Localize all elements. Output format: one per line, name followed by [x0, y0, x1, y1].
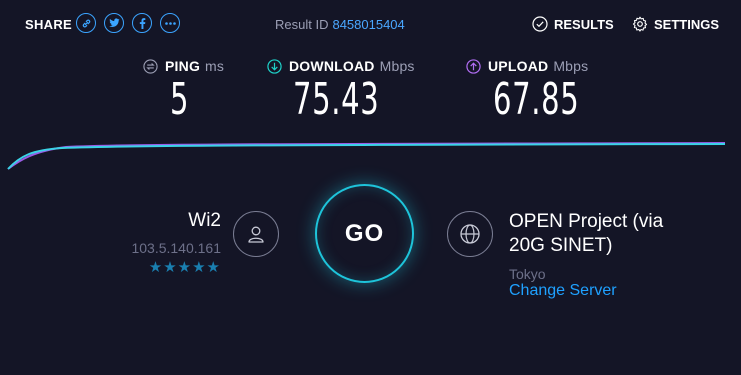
- change-server-link[interactable]: Change Server: [509, 282, 617, 299]
- speed-graph: [7, 142, 726, 170]
- ping-label: PING: [165, 58, 201, 74]
- results-button[interactable]: RESULTS: [532, 16, 614, 32]
- server-name: OPEN Project (via 20G SINET): [509, 211, 664, 256]
- isp-name: Wi2: [188, 210, 221, 231]
- download-graph-line: [7, 143, 726, 170]
- ping-icon: [143, 58, 158, 74]
- settings-button[interactable]: SETTINGS: [632, 16, 719, 32]
- user-icon: [248, 226, 264, 243]
- download-metric: DOWNLOAD Mbps 75.43: [267, 58, 424, 124]
- upload-icon: [466, 58, 481, 74]
- ping-unit: ms: [205, 58, 225, 74]
- facebook-icon: [139, 17, 145, 29]
- user-icon-container: [233, 211, 279, 257]
- upload-label: UPLOAD: [488, 58, 549, 74]
- isp-info: Wi2 103.5.140.161 ★★★★★: [131, 210, 221, 276]
- top-bar: SHARE Result ID 8458015404 RESULTS SETTI…: [0, 0, 741, 48]
- share-more-button[interactable]: [160, 13, 180, 33]
- settings-label: SETTINGS: [654, 16, 720, 32]
- download-label: DOWNLOAD: [289, 58, 375, 74]
- upload-value: 67.85: [493, 74, 580, 125]
- more-icon: [164, 21, 176, 25]
- share-twitter-button[interactable]: [104, 13, 124, 33]
- share-facebook-button[interactable]: [132, 13, 152, 33]
- check-circle-icon: [532, 16, 548, 32]
- upload-unit: Mbps: [553, 58, 589, 74]
- download-icon: [267, 58, 282, 74]
- isp-ip: 103.5.140.161: [131, 240, 221, 256]
- results-label: RESULTS: [554, 16, 614, 32]
- isp-rating-stars[interactable]: ★★★★★: [131, 258, 221, 276]
- upload-metric: UPLOAD Mbps 67.85: [466, 58, 624, 124]
- result-id-display: Result ID 8458015404: [275, 17, 405, 32]
- server-info: OPEN Project (via 20G SINET) Tokyo Chang…: [509, 210, 699, 300]
- server-city: Tokyo: [509, 266, 546, 282]
- go-button[interactable]: GO: [315, 184, 414, 283]
- share-link-button[interactable]: [76, 13, 96, 33]
- link-icon: [82, 19, 90, 27]
- ping-value: 5: [170, 74, 190, 125]
- result-id-link[interactable]: 8458015404: [332, 17, 404, 32]
- globe-icon-container: [447, 211, 493, 257]
- result-id-label: Result ID: [275, 17, 329, 32]
- share-label: SHARE: [25, 17, 73, 32]
- download-value: 75.43: [293, 74, 380, 125]
- download-unit: Mbps: [379, 58, 415, 74]
- ping-metric: PING ms 5: [143, 58, 224, 124]
- gear-icon: [632, 16, 648, 32]
- globe-icon: [460, 224, 480, 244]
- twitter-icon: [108, 18, 120, 27]
